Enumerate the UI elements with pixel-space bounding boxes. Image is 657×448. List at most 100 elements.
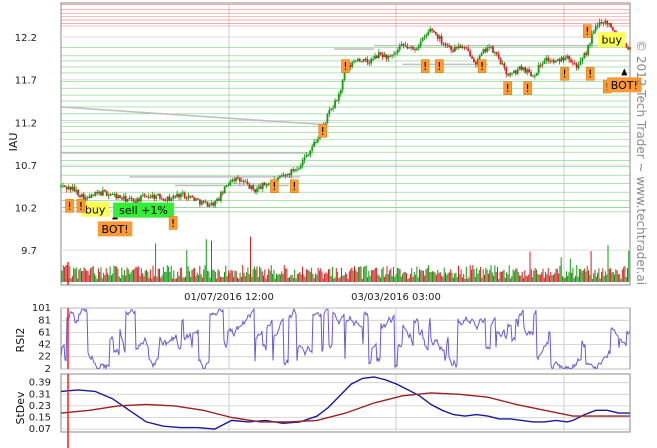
- candle: [478, 55, 481, 60]
- candle: [193, 197, 196, 201]
- candle: [261, 182, 264, 189]
- candle: [117, 195, 119, 199]
- candle: [73, 186, 76, 192]
- candle: [379, 52, 382, 55]
- candle: [246, 181, 249, 185]
- candle: [594, 26, 597, 32]
- candle: [122, 196, 125, 200]
- candle: [368, 62, 371, 64]
- candle: [332, 107, 335, 109]
- candle: [450, 46, 453, 50]
- candle: [225, 185, 228, 187]
- candle: [60, 185, 62, 187]
- candle: [248, 184, 251, 189]
- candle: [533, 75, 536, 77]
- candle: [160, 198, 163, 200]
- candle: [393, 53, 395, 55]
- candle: [126, 199, 129, 202]
- candle: [606, 20, 609, 25]
- candle: [377, 52, 380, 59]
- candle: [185, 197, 188, 199]
- y-tick-label: 0.31: [29, 389, 51, 400]
- candle: [436, 34, 439, 39]
- entry-arrow: [621, 68, 628, 76]
- candle: [410, 46, 413, 48]
- candle: [130, 197, 133, 199]
- candle: [90, 194, 93, 198]
- candle: [469, 51, 472, 57]
- candle: [330, 108, 333, 110]
- y-axis-label: IAU: [7, 133, 20, 152]
- candle: [120, 198, 123, 200]
- candle: [503, 63, 506, 68]
- y-tick-label: 0.07: [29, 424, 51, 435]
- candle: [250, 185, 253, 189]
- y-tick-label: 0.39: [29, 378, 51, 389]
- candle: [579, 60, 582, 66]
- candle: [505, 67, 508, 75]
- candle: [537, 65, 540, 73]
- candle: [219, 192, 222, 201]
- alert-marker-label: !: [171, 217, 175, 230]
- candle: [227, 184, 230, 186]
- candle: [317, 139, 319, 142]
- candle: [421, 37, 424, 42]
- bot-marker-label: BOT!: [611, 79, 638, 92]
- candle: [587, 44, 590, 55]
- candle: [237, 177, 239, 179]
- candle: [448, 45, 451, 47]
- candle: [128, 197, 131, 200]
- candle: [179, 193, 182, 198]
- candle: [459, 45, 462, 49]
- alert-marker-label: !: [480, 60, 484, 73]
- candle: [96, 192, 99, 194]
- candle: [202, 201, 205, 203]
- candle: [514, 70, 517, 74]
- candle: [115, 194, 118, 199]
- candle: [309, 150, 312, 156]
- candle: [136, 198, 139, 204]
- candle: [100, 191, 102, 196]
- candle: [486, 47, 489, 52]
- candle: [488, 46, 491, 48]
- candle: [77, 189, 80, 196]
- candle: [372, 58, 374, 60]
- candle: [415, 48, 418, 51]
- candle: [602, 22, 605, 24]
- candle: [474, 61, 477, 65]
- alert-marker-label: !: [585, 25, 589, 38]
- candle: [170, 198, 173, 201]
- candle: [191, 195, 194, 198]
- candle: [375, 55, 378, 59]
- candle: [427, 31, 430, 35]
- candle: [492, 46, 494, 53]
- candle: [501, 63, 504, 65]
- candle: [524, 67, 527, 73]
- candle: [463, 47, 466, 49]
- candle: [153, 194, 156, 199]
- candle: [417, 46, 420, 49]
- candle: [568, 56, 571, 60]
- candle: [513, 70, 515, 74]
- candle: [297, 168, 300, 170]
- candle: [208, 204, 211, 207]
- candle: [364, 58, 367, 60]
- alert-marker-label: !: [67, 200, 71, 213]
- candle: [629, 47, 631, 50]
- candle: [518, 66, 521, 70]
- candle: [454, 47, 456, 52]
- candle: [75, 189, 78, 192]
- candle: [539, 65, 542, 67]
- candle: [370, 58, 373, 64]
- candle: [231, 179, 234, 182]
- candle: [339, 89, 342, 95]
- alert-marker-label: !: [505, 82, 509, 95]
- candle: [252, 185, 255, 190]
- candle: [159, 193, 161, 199]
- candle: [212, 202, 215, 206]
- candle: [138, 198, 140, 202]
- candle: [530, 72, 532, 77]
- candle: [206, 201, 209, 207]
- candle: [425, 34, 428, 37]
- candle: [311, 146, 314, 151]
